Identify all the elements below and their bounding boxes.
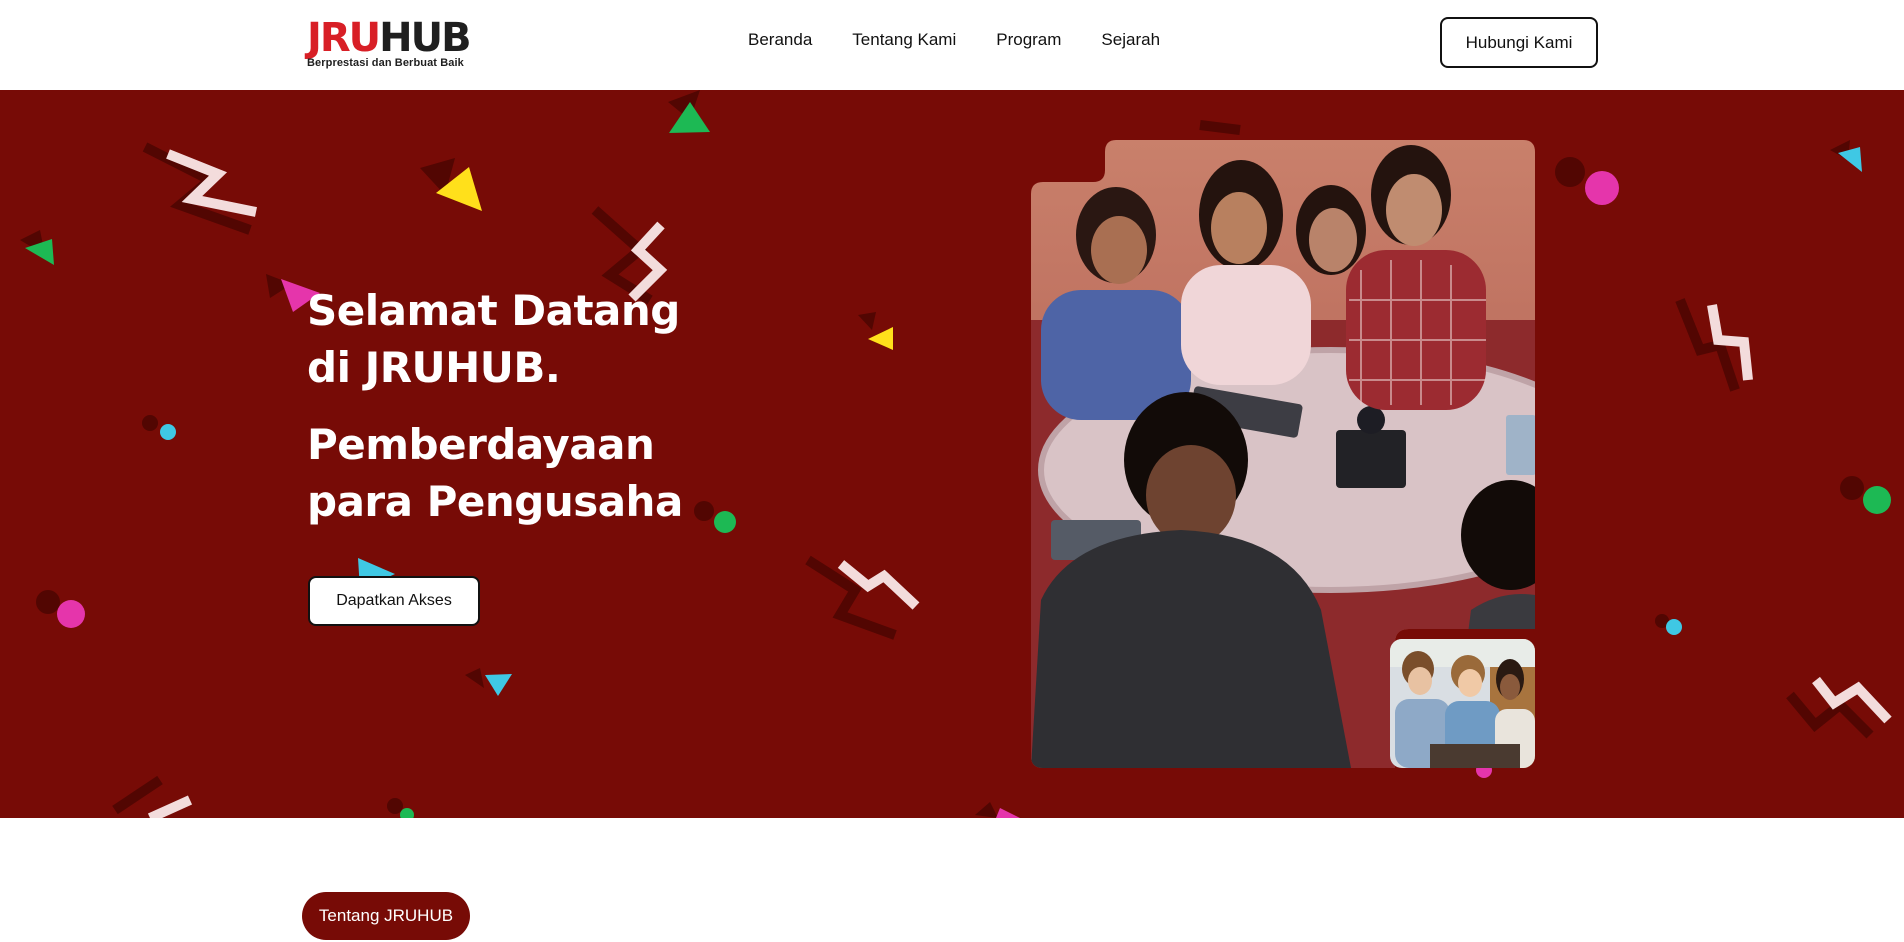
confetti-triangle: [868, 327, 893, 350]
confetti-dot: [1585, 171, 1619, 205]
site-header: JRUHUB Berprestasi dan Berbuat Baik Bera…: [0, 0, 1904, 90]
logo-tagline: Berprestasi dan Berbuat Baik: [307, 57, 464, 69]
logo-wordmark: JRUHUB: [307, 15, 472, 61]
hero-text-block: Selamat Datang di JRUHUB. Pemberdayaan p…: [307, 282, 707, 530]
confetti-dot: [1863, 486, 1891, 514]
nav-link-program[interactable]: Program: [996, 30, 1061, 50]
hero-title: Selamat Datang di JRUHUB.: [307, 286, 680, 392]
confetti-dot: [714, 511, 736, 533]
nav-link-sejarah[interactable]: Sejarah: [1101, 30, 1160, 50]
hero-subtitle: Pemberdayaan para Pengusaha: [307, 420, 683, 526]
hero-section: Selamat Datang di JRUHUB. Pemberdayaan p…: [0, 90, 1904, 818]
confetti-triangle: [996, 808, 1020, 818]
nav-link-beranda[interactable]: Beranda: [748, 30, 812, 50]
main-nav: Beranda Tentang Kami Program Sejarah: [748, 30, 1160, 50]
hero-small-photo: [1390, 639, 1535, 768]
confetti-background: [20, 90, 1892, 818]
confetti-triangle: [485, 674, 512, 696]
contact-button[interactable]: Hubungi Kami: [1440, 17, 1598, 68]
jruhub-logo[interactable]: JRUHUB Berprestasi dan Berbuat Baik: [307, 15, 477, 69]
get-access-button[interactable]: Dapatkan Akses: [308, 576, 480, 626]
confetti-zigzag: [147, 795, 193, 818]
about-section-pill[interactable]: Tentang JRUHUB: [302, 892, 470, 940]
nav-link-tentang-kami[interactable]: Tentang Kami: [852, 30, 956, 50]
confetti-dot: [160, 424, 176, 440]
confetti-dot: [1666, 619, 1682, 635]
confetti-dot: [57, 600, 85, 628]
